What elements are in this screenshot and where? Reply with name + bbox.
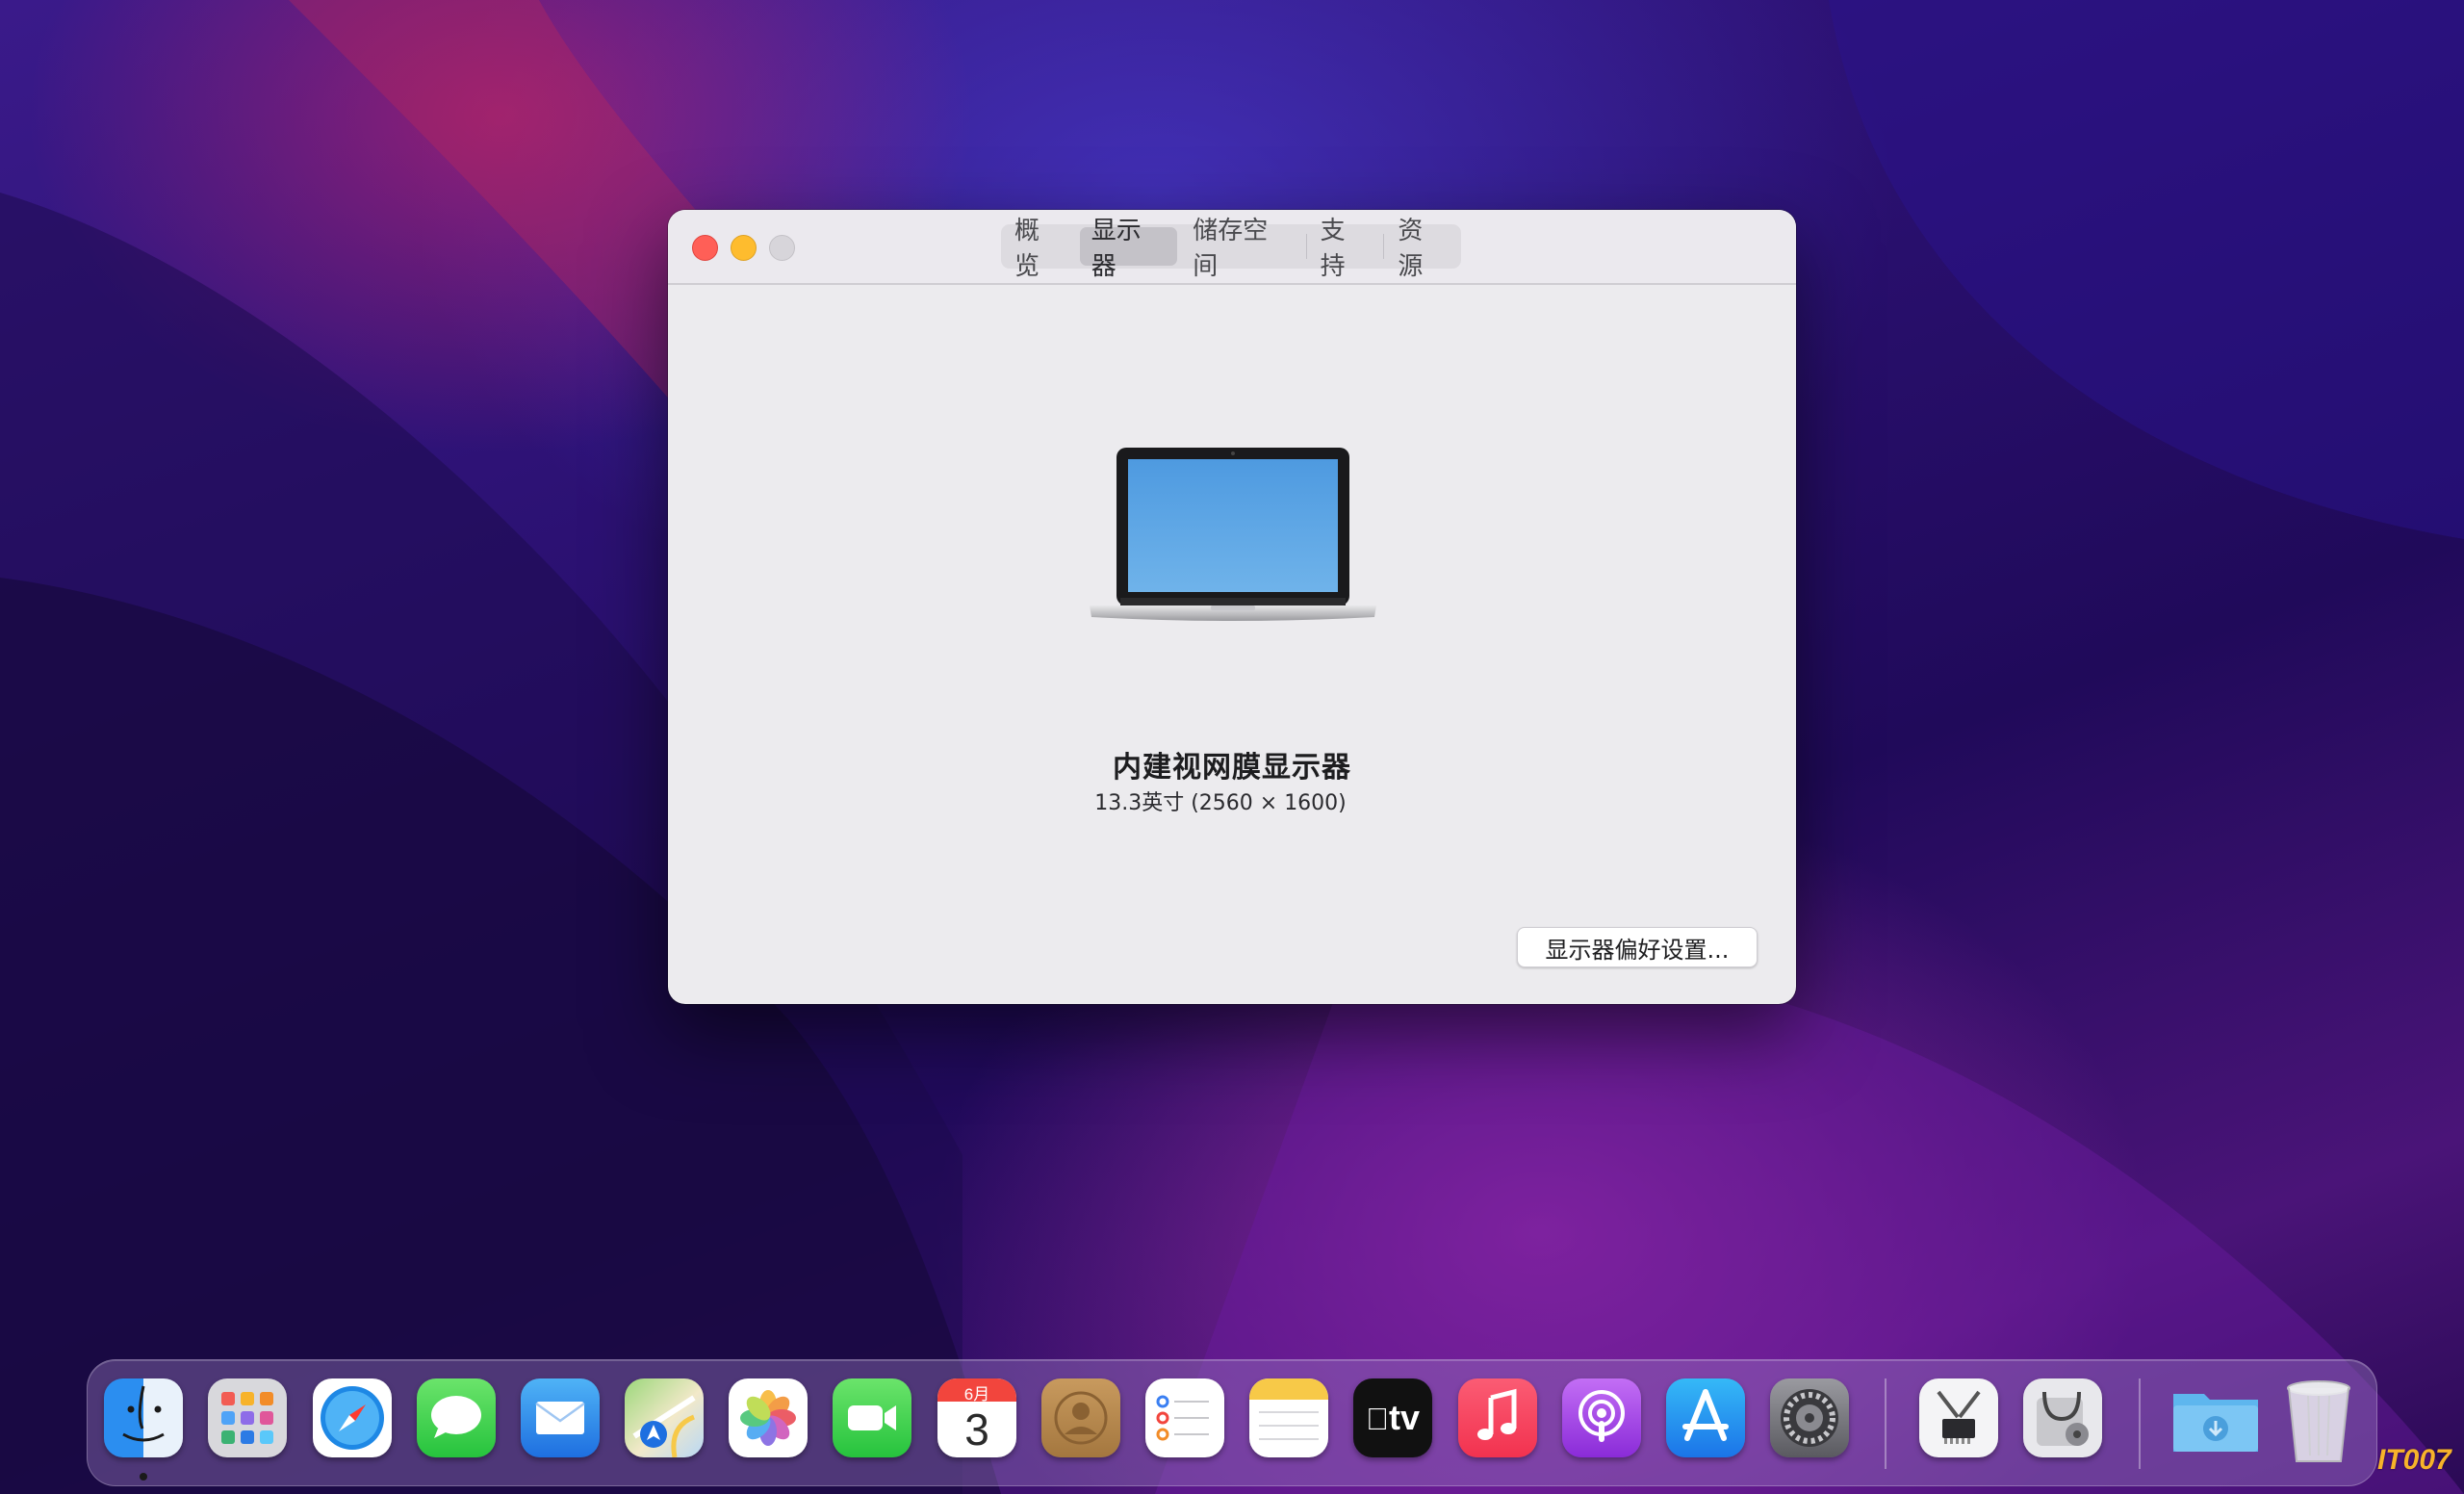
disk-utility-icon[interactable] [2023,1378,2102,1457]
display-detail: 13.3英寸 (2560 × 1600) [1094,791,1347,815]
about-this-mac-window: 概览 显示器 储存空间 支持 资源 内建视网膜显示器 13.3英寸 (2560 … [668,210,1796,1004]
tab-resources[interactable]: 资源 [1386,217,1459,281]
minimize-button[interactable] [731,235,757,261]
tab-label: 显示器 [1091,217,1142,281]
display-preferences-button[interactable]: 显示器偏好设置... [1517,927,1758,967]
tab-bar: 概览 显示器 储存空间 支持 资源 [1001,217,1461,281]
system-information-icon[interactable] [1919,1378,1998,1457]
tab-divider [1383,234,1385,259]
maps-icon[interactable] [625,1378,704,1458]
safari-icon[interactable] [313,1378,392,1457]
podcasts-icon[interactable] [1562,1378,1641,1457]
trash-icon[interactable] [2279,1378,2358,1462]
music-icon[interactable] [1458,1378,1537,1457]
close-button[interactable] [692,235,718,261]
calendar-day: 3 [964,1404,989,1455]
contacts-icon[interactable] [1041,1378,1120,1457]
calendar-icon[interactable]: 6月 3 [937,1378,1016,1457]
dock-separator [2139,1378,2141,1469]
finder-icon[interactable] [104,1378,183,1457]
tab-label: 资源 [1398,217,1424,281]
tab-support[interactable]: 支持 [1309,217,1382,281]
photos-icon[interactable] [729,1378,808,1457]
reminders-icon[interactable] [1145,1378,1224,1457]
mail-icon[interactable] [521,1378,600,1457]
notes-icon[interactable] [1249,1378,1328,1457]
calendar-month: 6月 [963,1385,990,1404]
messages-icon[interactable] [417,1378,496,1457]
running-indicator [140,1473,147,1481]
button-label: 显示器偏好设置... [1545,936,1730,964]
app-store-icon[interactable] [1666,1378,1745,1457]
dock-separator [1885,1378,1886,1469]
facetime-icon[interactable] [833,1378,911,1457]
display-name: 内建视网膜显示器 [1113,751,1351,785]
apple-tv-icon[interactable]: tv [1353,1378,1432,1457]
macbook-display-icon [1090,448,1376,621]
tab-overview[interactable]: 概览 [1003,217,1076,281]
tab-displays[interactable]: 显示器 [1079,217,1178,281]
system-preferences-icon[interactable] [1770,1378,1849,1457]
window-titlebar: 概览 显示器 储存空间 支持 资源 [668,210,1796,285]
watermark-logo: IT007 [2377,1444,2451,1476]
tab-label: 支持 [1320,217,1346,281]
displays-pane: 内建视网膜显示器 13.3英寸 (2560 × 1600) [668,285,1796,1004]
tab-storage[interactable]: 储存空间 [1181,217,1303,281]
apple-tv-label: tv [1366,1398,1420,1437]
tab-divider [1305,234,1307,259]
tab-label: 概览 [1014,217,1040,281]
launchpad-icon[interactable] [208,1378,287,1457]
downloads-folder-icon[interactable] [2169,1378,2258,1457]
tab-label: 储存空间 [1193,217,1269,281]
zoom-button[interactable] [769,235,795,261]
